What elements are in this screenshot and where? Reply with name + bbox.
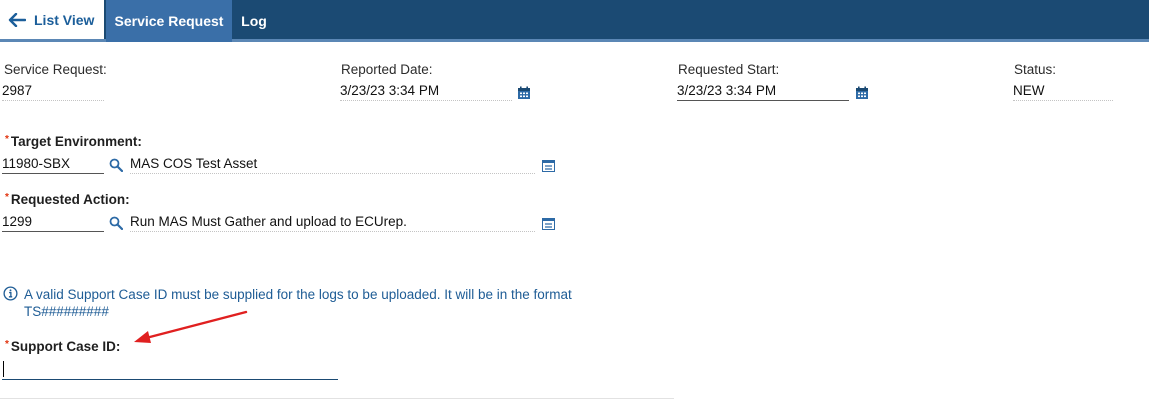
detail-menu-icon[interactable] [542, 218, 555, 230]
detail-menu-icon[interactable] [542, 160, 555, 172]
reported-date-value: 3/23/23 3:34 PM [340, 81, 512, 101]
status-value: NEW [1013, 81, 1113, 101]
required-star-icon: * [5, 339, 9, 350]
calendar-icon[interactable] [855, 86, 869, 100]
search-icon[interactable] [109, 158, 123, 172]
info-message: A valid Support Case ID must be supplied… [24, 287, 572, 319]
target-environment-label: * Target Environment: [5, 134, 142, 149]
tab-bar: List View Service Request Log [0, 0, 1149, 42]
info-icon [3, 286, 18, 301]
target-environment-description: MAS COS Test Asset [130, 154, 535, 174]
support-case-id-input[interactable] [2, 358, 338, 380]
requested-start-label: Requested Start: [678, 62, 780, 77]
reported-date-label: Reported Date: [341, 62, 433, 77]
required-star-icon: * [5, 134, 9, 145]
tab-log[interactable]: Log [232, 0, 276, 42]
calendar-icon[interactable] [517, 86, 531, 100]
search-icon[interactable] [109, 216, 123, 230]
service-request-value: 2987 [2, 81, 104, 101]
requested-action-description: Run MAS Must Gather and upload to ECUrep… [130, 212, 535, 232]
annotation-arrow-icon [134, 310, 248, 343]
required-star-icon: * [5, 192, 9, 203]
status-label: Status: [1014, 62, 1057, 77]
back-arrow-icon [8, 12, 26, 27]
service-request-label: Service Request: [4, 62, 107, 77]
tab-list-view-label: List View [34, 11, 95, 28]
support-case-id-label: * Support Case ID: [5, 339, 121, 354]
requested-start-input[interactable]: 3/23/23 3:34 PM [677, 81, 849, 101]
requested-action-input[interactable]: 1299 [2, 212, 104, 232]
tab-service-request[interactable]: Service Request [106, 0, 232, 42]
tab-list-view[interactable]: List View [0, 0, 104, 42]
target-environment-input[interactable]: 11980-SBX [2, 154, 104, 174]
tab-service-request-label: Service Request [114, 13, 224, 29]
text-cursor [3, 361, 4, 377]
bottom-divider [0, 398, 674, 399]
requested-action-label: * Requested Action: [5, 192, 130, 207]
tab-log-label: Log [241, 13, 267, 29]
